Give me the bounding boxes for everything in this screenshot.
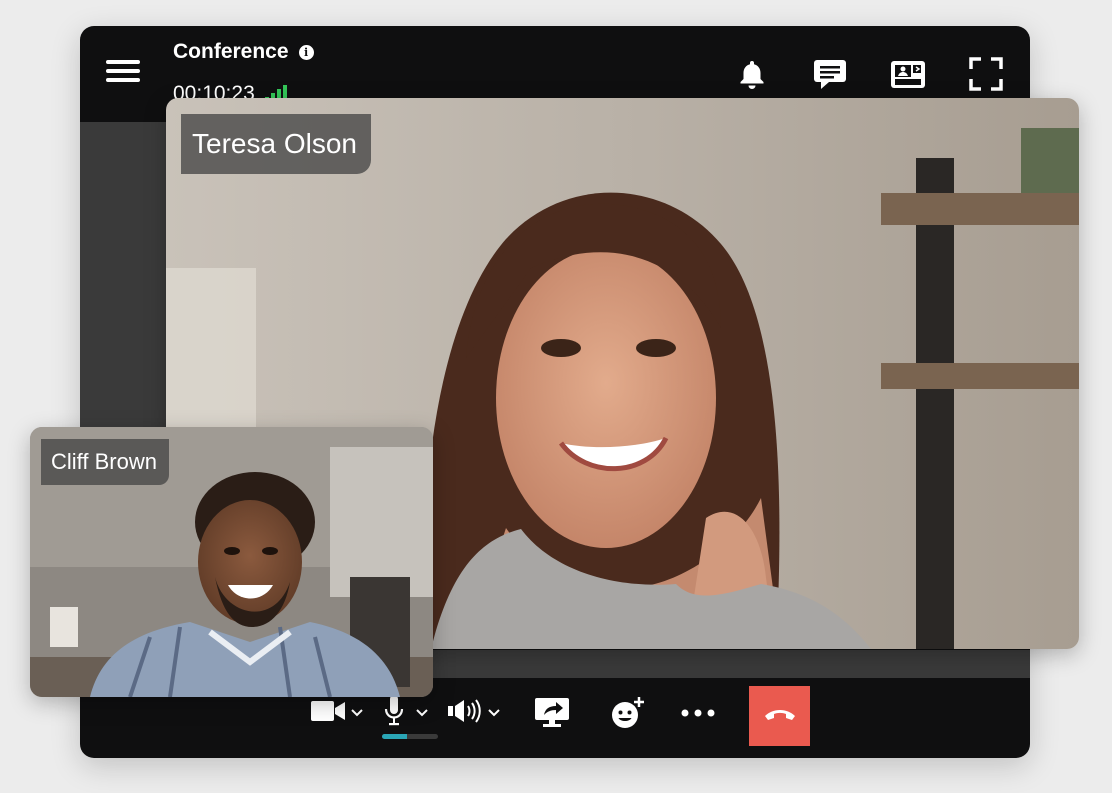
mic-level-fill — [382, 734, 408, 739]
more-icon[interactable] — [681, 709, 741, 717]
speaker-icon[interactable] — [448, 698, 484, 728]
camera-control[interactable] — [311, 700, 384, 727]
share-screen-icon[interactable] — [534, 697, 611, 729]
reaction-icon[interactable] — [611, 696, 681, 730]
self-view-tile[interactable]: Cliff Brown — [30, 427, 433, 697]
menu-icon[interactable] — [106, 60, 140, 86]
mic-level-meter — [382, 734, 438, 739]
conference-title-row: Conference i — [173, 40, 314, 64]
hang-up-button[interactable] — [749, 686, 810, 746]
conference-title: Conference — [173, 40, 289, 63]
layout-switch-icon[interactable] — [890, 56, 926, 92]
participant-name-tag: Teresa Olson — [181, 114, 371, 174]
bell-icon[interactable] — [734, 56, 770, 92]
microphone-icon[interactable] — [384, 694, 404, 733]
camera-icon[interactable] — [311, 700, 347, 727]
top-toolbar — [734, 56, 1004, 92]
chevron-down-icon[interactable] — [488, 704, 500, 722]
chevron-down-icon[interactable] — [416, 704, 428, 722]
fullscreen-icon[interactable] — [968, 56, 1004, 92]
chevron-down-icon[interactable] — [351, 704, 363, 722]
microphone-control[interactable] — [384, 694, 448, 733]
participant-name-tag: Cliff Brown — [41, 439, 169, 485]
speaker-control[interactable] — [448, 698, 534, 728]
hang-up-icon — [763, 706, 797, 727]
chat-icon[interactable] — [812, 56, 848, 92]
info-icon[interactable]: i — [298, 44, 314, 60]
